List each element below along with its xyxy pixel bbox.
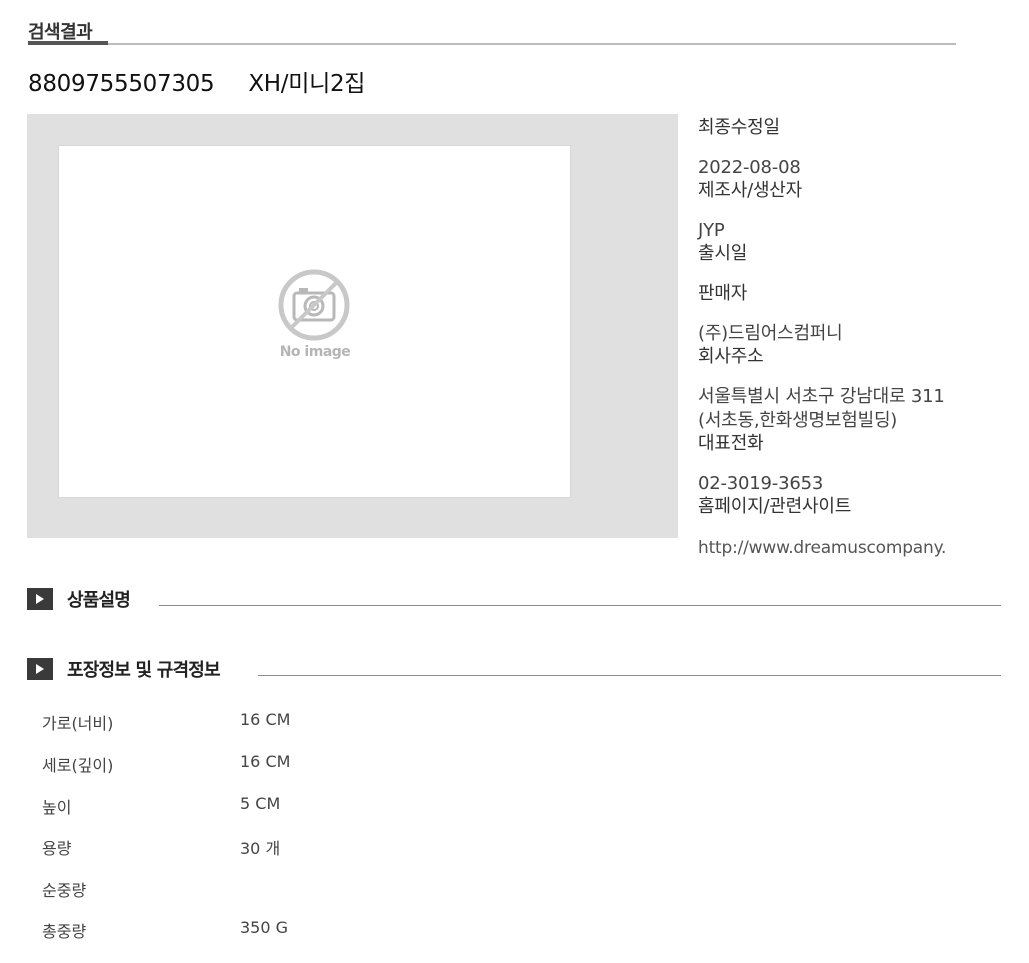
spec-value: 16 CM (240, 752, 291, 771)
spec-value: 30 개 (240, 839, 281, 858)
seller-label: 판매자 (698, 283, 748, 304)
spec-value: 5 CM (240, 794, 281, 813)
no-camera-icon (278, 269, 350, 341)
manufacturer-label: 제조사/생산자 (698, 180, 803, 201)
spec-label: 높이 (42, 798, 72, 817)
section-bullet-icon (27, 588, 53, 610)
phone-value: 02-3019-3653 (698, 473, 824, 494)
phone-label: 대표전화 (698, 433, 764, 454)
last-modified-value: 2022-08-08 (698, 157, 801, 178)
spec-label: 세로(깊이) (42, 756, 114, 775)
homepage-label: 홈페이지/관련사이트 (698, 496, 852, 517)
spec-label: 순중량 (42, 881, 87, 900)
last-modified-label: 최종수정일 (698, 117, 780, 138)
no-image-label: No image (279, 344, 351, 360)
seller-value: (주)드림어스컴퍼니 (698, 323, 843, 344)
section-packaging-title: 포장정보 및 규격정보 (67, 660, 221, 681)
tab-divider (28, 43, 956, 45)
product-name: XH/미니2집 (248, 71, 366, 97)
tab-search-results[interactable]: 검색결과 (28, 18, 93, 44)
section-description-header: 상품설명 (27, 586, 1002, 612)
address-line-2: (서초동,한화생명보험빌딩) (698, 410, 898, 431)
play-triangle-icon (36, 664, 44, 674)
spec-label: 총중량 (42, 922, 87, 941)
play-triangle-icon (36, 594, 44, 604)
homepage-link[interactable]: http://www.dreamuscompany. (698, 537, 946, 559)
release-date-label: 출시일 (698, 243, 748, 264)
spec-value: 350 G (240, 918, 289, 937)
section-divider (159, 605, 1001, 606)
spec-label: 가로(너비) (42, 714, 114, 733)
section-divider (258, 675, 1001, 676)
manufacturer-value: JYP (698, 220, 725, 241)
address-label: 회사주소 (698, 346, 764, 367)
address-line-1: 서울특별시 서초구 강남대로 311 (698, 386, 945, 407)
spec-label: 용량 (42, 839, 72, 858)
section-packaging-header: 포장정보 및 규격정보 (27, 656, 1002, 682)
section-description-title: 상품설명 (67, 590, 131, 611)
spec-value: 16 CM (240, 710, 291, 729)
product-title: 8809755507305 XH/미니2집 (28, 64, 365, 98)
section-bullet-icon (27, 658, 53, 680)
product-barcode: 8809755507305 (28, 71, 215, 97)
